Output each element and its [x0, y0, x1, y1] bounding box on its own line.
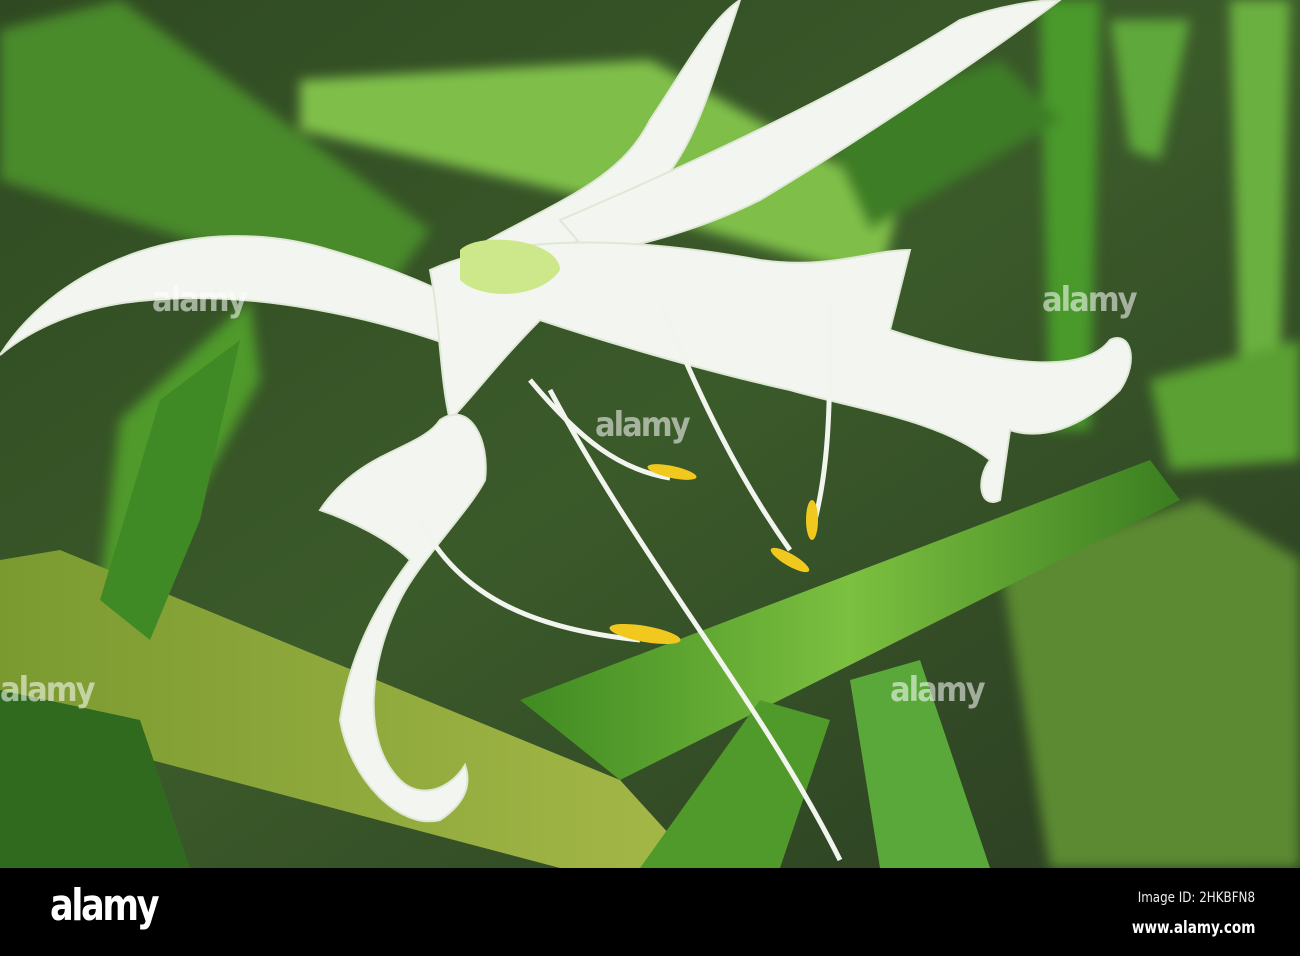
website-link: www.alamy.com: [1131, 918, 1255, 938]
stock-photo: alamy alamy alamy alamy alamy alamy Imag…: [0, 0, 1300, 956]
flower-photo: [0, 0, 1300, 868]
image-id: Image ID: 2HKBFN8: [1137, 890, 1255, 906]
alamy-logo: alamy: [50, 880, 160, 931]
footer-bar: alamy Image ID: 2HKBFN8 www.alamy.com: [0, 868, 1300, 956]
